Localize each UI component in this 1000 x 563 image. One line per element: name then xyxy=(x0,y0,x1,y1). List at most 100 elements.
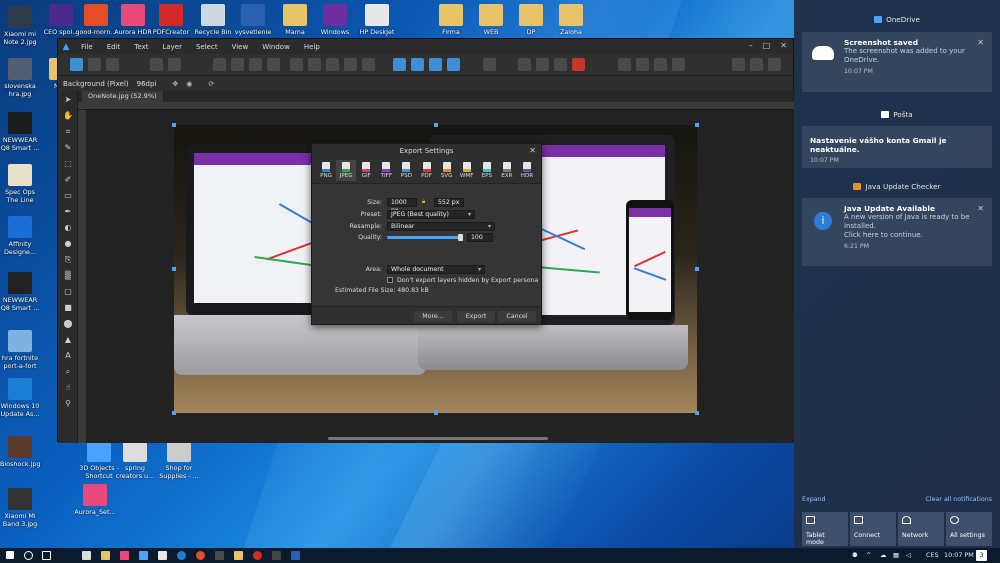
store-icon[interactable] xyxy=(82,551,91,560)
fill-tool-icon[interactable]: ◐ xyxy=(63,223,73,233)
paint-brush-icon[interactable]: ✐ xyxy=(63,175,73,185)
toolbar-icon[interactable] xyxy=(618,58,631,71)
flip-horizontal-icon[interactable] xyxy=(393,58,406,71)
toolbar-icon[interactable] xyxy=(290,58,303,71)
app-icon[interactable] xyxy=(139,551,148,560)
toolbar-icon[interactable] xyxy=(308,58,321,71)
notification-group-java[interactable]: Java Update Checker xyxy=(794,182,1000,196)
file-explorer-icon[interactable] xyxy=(101,551,110,560)
rotate-icon[interactable]: ⟳ xyxy=(208,80,214,88)
toolbar-icon[interactable] xyxy=(518,58,531,71)
desktop-icon[interactable]: slovenska hra.jpg xyxy=(0,58,40,98)
quick-action-all-settings[interactable]: All settings xyxy=(946,512,992,546)
search-circle-icon[interactable] xyxy=(24,551,33,560)
desktop-icon[interactable]: Mama xyxy=(274,4,316,36)
clock[interactable]: 10:07 PM xyxy=(944,550,974,561)
app-icon[interactable] xyxy=(215,551,224,560)
hidden-layers-checkbox[interactable] xyxy=(387,277,393,283)
notification-card[interactable]: Screenshot saved The screenshot was adde… xyxy=(802,32,992,92)
menu-file[interactable]: File xyxy=(74,43,100,51)
align-icon[interactable] xyxy=(483,58,496,71)
flood-select-icon[interactable]: ⬚ xyxy=(63,159,73,169)
dodge-tool-icon[interactable]: ● xyxy=(63,239,73,249)
view-icon[interactable]: ◉ xyxy=(186,80,192,88)
toolbar-icon[interactable] xyxy=(554,58,567,71)
menu-view[interactable]: View xyxy=(225,43,256,51)
start-windows-icon[interactable] xyxy=(6,551,14,559)
desktop-icon[interactable]: Aurora HDR xyxy=(112,4,154,36)
zoom-tool-icon[interactable]: ⌕ xyxy=(63,367,73,377)
format-exr-button[interactable]: EXR xyxy=(497,160,517,181)
desktop-icon[interactable]: PDFCreator xyxy=(150,4,192,36)
desktop-icon[interactable]: NEWWEAR Q8 Smart ... xyxy=(0,112,40,152)
blur-tool-icon[interactable]: ▒ xyxy=(63,271,73,281)
view-tool-icon[interactable]: ✋ xyxy=(63,111,73,121)
dialog-close-icon[interactable]: ✕ xyxy=(529,144,536,158)
desktop-icon[interactable]: Recycle Bin xyxy=(192,4,234,36)
menu-layer[interactable]: Layer xyxy=(155,43,189,51)
people-icon[interactable]: ⚉ xyxy=(852,550,858,561)
app-icon[interactable] xyxy=(253,551,262,560)
format-wmf-button[interactable]: WMF xyxy=(457,160,477,181)
action-center-badge[interactable]: 3 xyxy=(976,550,987,561)
desktop-icon[interactable]: Affinity Designe... xyxy=(0,216,40,256)
format-gif-button[interactable]: GIF xyxy=(356,160,376,181)
toolbar-icon[interactable] xyxy=(326,58,339,71)
hand-tool-icon[interactable]: ☝ xyxy=(63,383,73,393)
quick-action-connect[interactable]: Connect xyxy=(850,512,896,546)
transform-icon[interactable]: ✥ xyxy=(172,80,178,88)
selection-handle[interactable] xyxy=(695,123,699,127)
desktop-icon[interactable]: Shop for Supplies - ... xyxy=(158,440,200,480)
move-tool-icon[interactable]: ➤ xyxy=(63,95,73,105)
share-icon[interactable] xyxy=(150,58,163,71)
auto-levels-icon[interactable] xyxy=(213,58,226,71)
flip-vertical-icon[interactable] xyxy=(411,58,424,71)
lock-icon[interactable]: 🔒︎ xyxy=(422,198,425,206)
rotate-left-icon[interactable] xyxy=(429,58,442,71)
height-input[interactable]: 552 px xyxy=(434,198,464,207)
desktop-icon[interactable]: good-morn... xyxy=(75,4,117,36)
desktop-icon[interactable]: vysvetlenie xyxy=(232,4,274,36)
desktop-icon[interactable]: Xiaomi mi Note 2.jpg xyxy=(0,6,40,46)
volume-icon[interactable]: ◁ xyxy=(906,550,911,561)
menu-select[interactable]: Select xyxy=(189,43,225,51)
toolbar-icon[interactable] xyxy=(750,58,763,71)
selection-handle[interactable] xyxy=(172,267,176,271)
notification-card[interactable]: i Java Update Available A new version of… xyxy=(802,198,992,266)
minimize-button[interactable]: – xyxy=(749,41,753,50)
word-icon[interactable] xyxy=(291,551,300,560)
ellipse-tool-icon[interactable]: ⬤ xyxy=(63,319,73,329)
network-tray-icon[interactable]: ▦ xyxy=(893,550,899,561)
quick-action-network[interactable]: Network xyxy=(898,512,944,546)
desktop-icon[interactable]: Windows 10 Update As... xyxy=(0,378,40,418)
desktop-icon[interactable]: Zaloha xyxy=(550,4,592,36)
selection-handle[interactable] xyxy=(434,411,438,415)
format-psd-button[interactable]: PSD xyxy=(396,160,416,181)
horizontal-scrollbar[interactable] xyxy=(328,437,548,440)
quick-action-tablet-mode[interactable]: Tablet mode xyxy=(802,512,848,546)
affinity-logo-icon[interactable]: ▲ xyxy=(58,39,74,54)
notification-group-onedrive[interactable]: OneDrive xyxy=(794,15,1000,29)
menu-window[interactable]: Window xyxy=(255,43,297,51)
task-view-icon[interactable] xyxy=(42,551,51,560)
tray-chevron-up-icon[interactable]: ^ xyxy=(866,550,871,561)
desktop-icon[interactable]: DP xyxy=(510,4,552,36)
menu-help[interactable]: Help xyxy=(297,43,327,51)
more-button[interactable]: More... xyxy=(414,311,452,322)
desktop-icon[interactable]: hra fortnite port-a-fort xyxy=(0,330,40,370)
crop-tool-icon[interactable]: ⌗ xyxy=(63,127,73,137)
resample-dropdown[interactable]: Bilinear xyxy=(387,222,495,231)
develop-persona-icon[interactable] xyxy=(106,58,119,71)
firefox-icon[interactable] xyxy=(196,551,205,560)
toolbar-icon[interactable] xyxy=(362,58,375,71)
clear-all-link[interactable]: Clear all notifications xyxy=(925,496,992,503)
snapping-magnet-icon[interactable] xyxy=(572,58,585,71)
quality-slider-handle[interactable] xyxy=(458,234,463,241)
dismiss-icon[interactable]: ✕ xyxy=(977,204,984,213)
toolbar-icon[interactable] xyxy=(672,58,685,71)
toolbar-icon[interactable] xyxy=(768,58,781,71)
selection-handle[interactable] xyxy=(434,123,438,127)
toolbar-icon[interactable] xyxy=(536,58,549,71)
selection-handle[interactable] xyxy=(172,123,176,127)
auto-colors-icon[interactable] xyxy=(249,58,262,71)
